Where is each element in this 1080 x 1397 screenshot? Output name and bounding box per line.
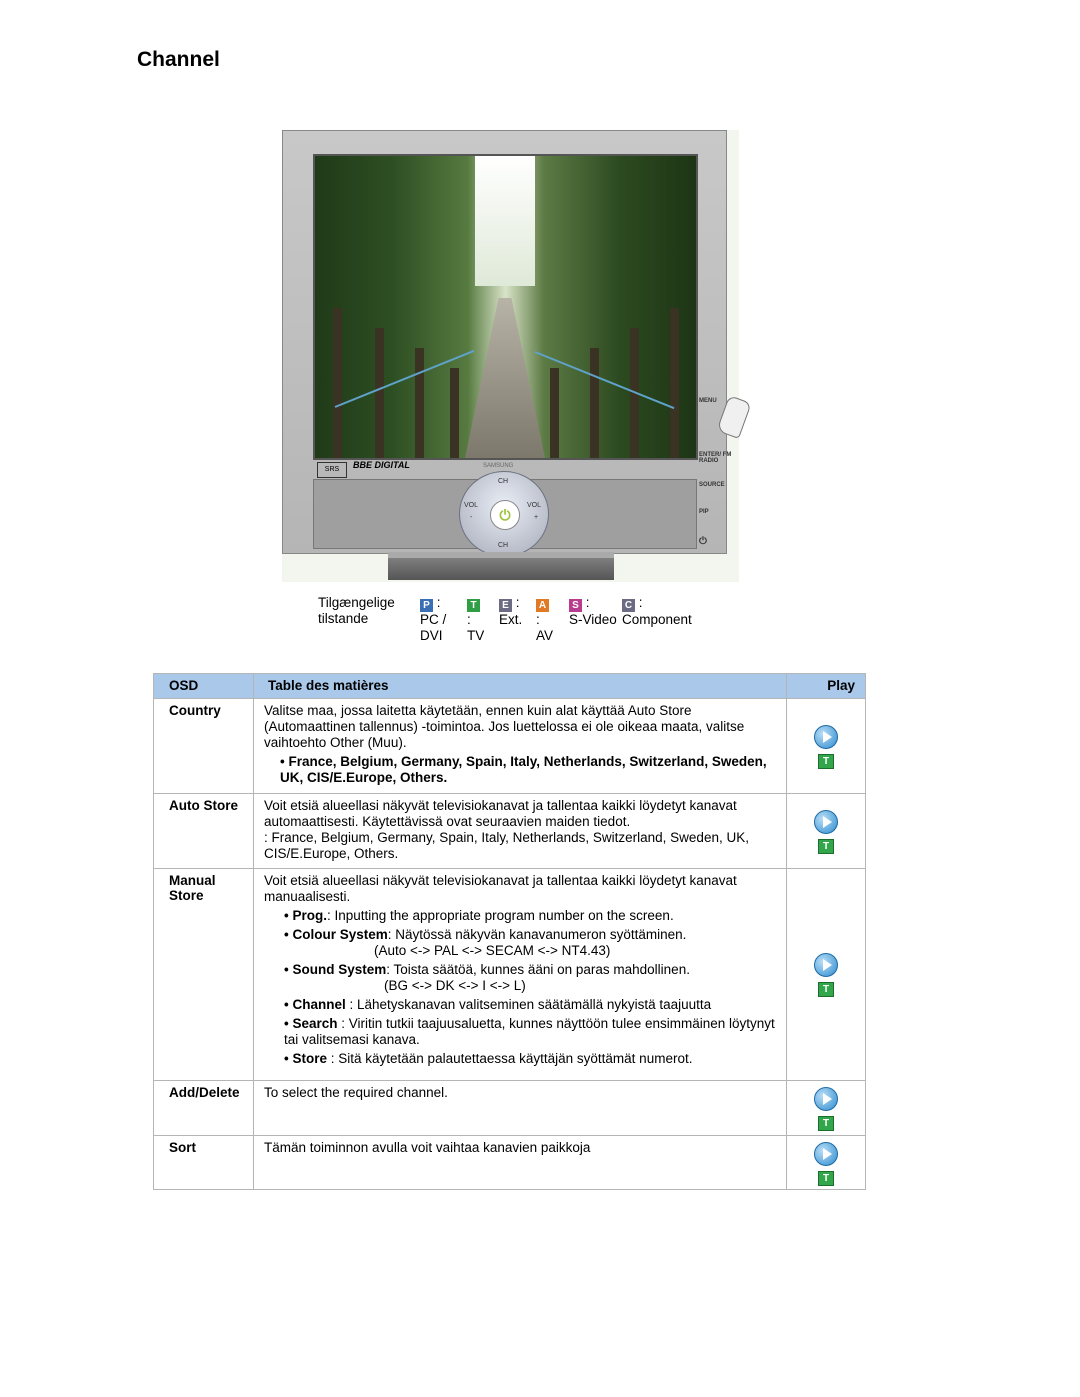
side-label-source: SOURCE — [699, 482, 725, 488]
row-text: Voit etsiä alueellasi näkyvät televisiok… — [264, 798, 737, 829]
list-item: • Store : Sitä käytetään palautettaessa … — [284, 1051, 693, 1066]
modes-label: Tilgængelige tilstande — [318, 595, 395, 626]
table-row: Manual Store Voit etsiä alueellasi näkyv… — [153, 868, 866, 1081]
header-contents: Table des matières — [253, 673, 787, 699]
row-text: Valitse maa, jossa laitetta käytetään, e… — [264, 703, 745, 750]
list-item: • Sound System: Toista säätöä, kunnes ää… — [284, 962, 690, 993]
play-button-icon[interactable] — [814, 953, 838, 977]
svideo-mode-icon: S — [569, 599, 582, 612]
side-label-menu: MENU — [699, 398, 717, 404]
power-side-icon: ⏻ — [699, 536, 707, 547]
minus-label: - — [470, 514, 473, 521]
row-text: To select the required channel. — [264, 1085, 448, 1100]
row-name-sort: Sort — [153, 1135, 254, 1190]
tv-mode-icon: T — [818, 754, 834, 769]
table-row: Country Valitse maa, jossa laitetta käyt… — [153, 698, 866, 794]
list-item: • Colour System: Näytössä näkyvän kanava… — [284, 927, 687, 958]
tv-mode-icon: T — [818, 1116, 834, 1131]
mode-tv-label: TV — [467, 628, 485, 643]
monitor-screen-photo — [313, 154, 698, 460]
list-item: • Search : Viritin tutkii taajuusaluetta… — [284, 1016, 775, 1047]
row-name-manual-store: Manual Store — [153, 868, 254, 1081]
power-icon: ⏻ — [499, 506, 511, 523]
side-label-pip: PIP — [699, 509, 709, 515]
row-name-auto-store: Auto Store — [153, 793, 254, 869]
control-pad: CH CH VOL VOL - + ⏻ — [459, 471, 549, 557]
list-item: • Prog.: Inputting the appropriate progr… — [284, 908, 674, 923]
row-text: Voit etsiä alueellasi näkyvät televisiok… — [264, 873, 737, 904]
power-button: ⏻ — [490, 500, 520, 530]
ch-up-label: CH — [498, 478, 509, 485]
ch-down-label: CH — [498, 542, 509, 549]
mode-component-label: Component — [622, 612, 692, 627]
page-title: Channel — [137, 48, 220, 71]
tv-mode-icon: T — [818, 839, 834, 854]
header-play: Play — [786, 673, 866, 699]
play-button-icon[interactable] — [814, 810, 838, 834]
country-list: • France, Belgium, Germany, Spain, Italy… — [280, 754, 767, 785]
ext-mode-icon: E — [499, 599, 512, 612]
row-text: Tämän toiminnon avulla voit vaihtaa kana… — [264, 1140, 591, 1155]
play-button-icon[interactable] — [814, 725, 838, 749]
row-name-add-delete: Add/Delete — [153, 1080, 254, 1136]
list-item: • Channel : Lähetyskanavan valitseminen … — [284, 997, 712, 1012]
play-button-icon[interactable] — [814, 1142, 838, 1166]
mode-av-label: AV — [536, 628, 554, 643]
tv-mode-icon: T — [818, 982, 834, 997]
table-row: Auto Store Voit etsiä alueellasi näkyvät… — [153, 793, 866, 869]
bbe-logo: BBE DIGITAL — [353, 460, 410, 470]
play-button-icon[interactable] — [814, 1087, 838, 1111]
pc-mode-icon: P — [420, 599, 433, 612]
monitor-illustration: SRS BBE DIGITAL SAMSUNG CH CH VOL VOL - … — [282, 130, 752, 582]
row-text-countries: : France, Belgium, Germany, Spain, Italy… — [264, 830, 749, 861]
monitor-bezel: SRS BBE DIGITAL SAMSUNG CH CH VOL VOL - … — [282, 130, 727, 557]
table-header-row: OSD Table des matières Play — [153, 673, 866, 699]
srs-logo: SRS — [317, 462, 347, 478]
av-mode-icon: A — [536, 599, 549, 612]
table-row: Sort Tämän toiminnon avulla voit vaihtaa… — [153, 1135, 866, 1190]
tv-mode-icon: T — [467, 599, 480, 612]
vol-left-label: VOL — [464, 502, 479, 509]
row-name-country: Country — [153, 698, 254, 794]
vol-right-label: VOL — [527, 502, 542, 509]
header-osd: OSD — [153, 673, 254, 699]
mode-ext-label: Ext. — [499, 612, 523, 627]
osd-table: OSD Table des matières Play Country Vali… — [153, 673, 866, 1190]
tv-mode-icon: T — [818, 1171, 834, 1186]
component-mode-icon: C — [622, 599, 635, 612]
mode-pc-label: PC / DVI — [420, 612, 447, 643]
mode-svideo-label: S-Video — [569, 612, 617, 627]
table-row: Add/Delete To select the required channe… — [153, 1080, 866, 1136]
plus-label: + — [534, 514, 539, 521]
side-label-enter: ENTER/ FM RADIO — [699, 452, 732, 464]
brand-name: SAMSUNG — [483, 463, 514, 469]
